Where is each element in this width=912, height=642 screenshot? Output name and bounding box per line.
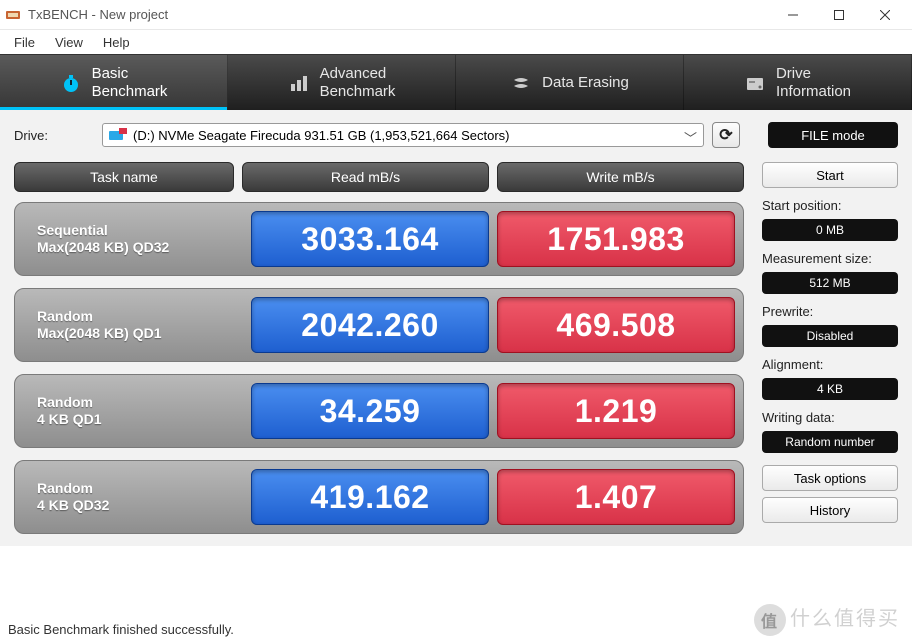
erase-icon <box>510 72 532 94</box>
stopwatch-icon <box>60 72 82 94</box>
write-value: 469.508 <box>497 297 735 353</box>
drive-info-icon <box>744 72 766 94</box>
result-row-sequential-qd32: Sequential Max(2048 KB) QD32 3033.164 17… <box>14 202 744 276</box>
window-title: TxBENCH - New project <box>28 7 168 22</box>
app-icon <box>4 6 22 24</box>
result-row-random-4kb-qd32: Random 4 KB QD32 419.162 1.407 <box>14 460 744 534</box>
writing-data-value[interactable]: Random number <box>762 431 898 453</box>
measurement-size-label: Measurement size: <box>762 251 898 266</box>
header-write: Write mB/s <box>497 162 744 192</box>
write-value: 1.219 <box>497 383 735 439</box>
close-button[interactable] <box>862 1 908 29</box>
menubar: File View Help <box>0 30 912 54</box>
history-button[interactable]: History <box>762 497 898 523</box>
menu-file[interactable]: File <box>4 33 45 52</box>
read-value: 419.162 <box>251 469 489 525</box>
benchmark-grid: Task name Read mB/s Write mB/s Sequentia… <box>14 162 744 546</box>
alignment-value[interactable]: 4 KB <box>762 378 898 400</box>
drive-selected-text: (D:) NVMe Seagate Firecuda 931.51 GB (1,… <box>133 128 509 143</box>
drive-row: Drive: (D:) NVMe Seagate Firecuda 931.51… <box>0 110 912 154</box>
prewrite-label: Prewrite: <box>762 304 898 319</box>
tab-advanced-benchmark[interactable]: Advanced Benchmark <box>228 55 456 110</box>
refresh-button[interactable]: ⟳ <box>712 122 740 148</box>
write-value: 1.407 <box>497 469 735 525</box>
file-mode-button[interactable]: FILE mode <box>768 122 898 148</box>
tabbar: Basic Benchmark Advanced Benchmark Data … <box>0 54 912 110</box>
header-read: Read mB/s <box>242 162 489 192</box>
prewrite-value[interactable]: Disabled <box>762 325 898 347</box>
minimize-button[interactable] <box>770 1 816 29</box>
writing-data-label: Writing data: <box>762 410 898 425</box>
task-name-cell: Sequential Max(2048 KB) QD32 <box>23 211 243 267</box>
titlebar: TxBENCH - New project <box>0 0 912 30</box>
tab-drive-information[interactable]: Drive Information <box>684 55 912 110</box>
read-value: 3033.164 <box>251 211 489 267</box>
task-name-cell: Random 4 KB QD32 <box>23 469 243 525</box>
chevron-down-icon: ﹀ <box>684 128 697 147</box>
tab-basic-benchmark[interactable]: Basic Benchmark <box>0 55 228 110</box>
bars-icon <box>288 72 310 94</box>
drive-icon <box>109 128 127 142</box>
task-options-button[interactable]: Task options <box>762 465 898 491</box>
drive-select[interactable]: (D:) NVMe Seagate Firecuda 931.51 GB (1,… <box>102 123 704 147</box>
task-name-cell: Random Max(2048 KB) QD1 <box>23 297 243 353</box>
start-button[interactable]: Start <box>762 162 898 188</box>
tab-label: Advanced Benchmark <box>320 65 396 100</box>
result-row-random-max-qd1: Random Max(2048 KB) QD1 2042.260 469.508 <box>14 288 744 362</box>
maximize-button[interactable] <box>816 1 862 29</box>
tab-label: Data Erasing <box>542 74 629 91</box>
menu-help[interactable]: Help <box>93 33 140 52</box>
drive-label: Drive: <box>14 128 94 143</box>
alignment-label: Alignment: <box>762 357 898 372</box>
start-position-value[interactable]: 0 MB <box>762 219 898 241</box>
result-row-random-4kb-qd1: Random 4 KB QD1 34.259 1.219 <box>14 374 744 448</box>
write-value: 1751.983 <box>497 211 735 267</box>
tab-label: Basic Benchmark <box>92 65 168 100</box>
status-bar: Basic Benchmark finished successfully. <box>0 620 912 642</box>
task-name-cell: Random 4 KB QD1 <box>23 383 243 439</box>
header-task-name: Task name <box>14 162 234 192</box>
tab-label: Drive Information <box>776 65 851 100</box>
tab-data-erasing[interactable]: Data Erasing <box>456 55 684 110</box>
measurement-size-value[interactable]: 512 MB <box>762 272 898 294</box>
menu-view[interactable]: View <box>45 33 93 52</box>
sidebar: Start Start position: 0 MB Measurement s… <box>762 162 898 546</box>
read-value: 2042.260 <box>251 297 489 353</box>
refresh-icon: ⟳ <box>719 125 732 145</box>
start-position-label: Start position: <box>762 198 898 213</box>
read-value: 34.259 <box>251 383 489 439</box>
